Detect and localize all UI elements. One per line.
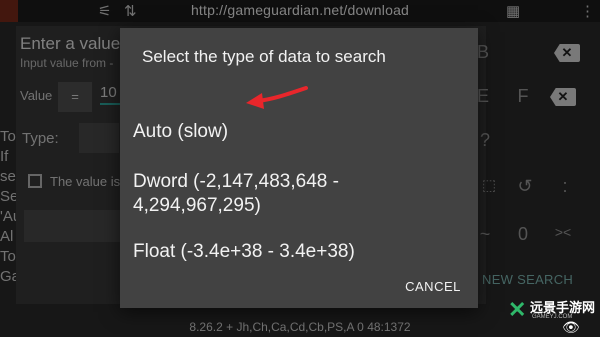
site-watermark: ✕ 远景手游网 GAMEYJ.COM — [508, 297, 598, 322]
data-type-dialog: Select the type of data to search Auto (… — [120, 28, 478, 308]
watermark-logo-icon: ✕ — [508, 297, 527, 322]
cancel-button[interactable]: CANCEL — [398, 275, 468, 299]
option-float[interactable]: Float (-3.4e+38 - 3.4e+38) — [133, 240, 463, 264]
option-dword[interactable]: Dword (-2,147,483,648 - 4,294,967,295) — [133, 170, 463, 218]
option-auto[interactable]: Auto (slow) — [133, 120, 463, 144]
eye-icon[interactable]: 👁 — [562, 319, 580, 336]
red-arrow-annotation — [246, 86, 308, 109]
dialog-title: Select the type of data to search — [142, 47, 386, 66]
watermark-text: 远景手游网 — [530, 300, 596, 315]
